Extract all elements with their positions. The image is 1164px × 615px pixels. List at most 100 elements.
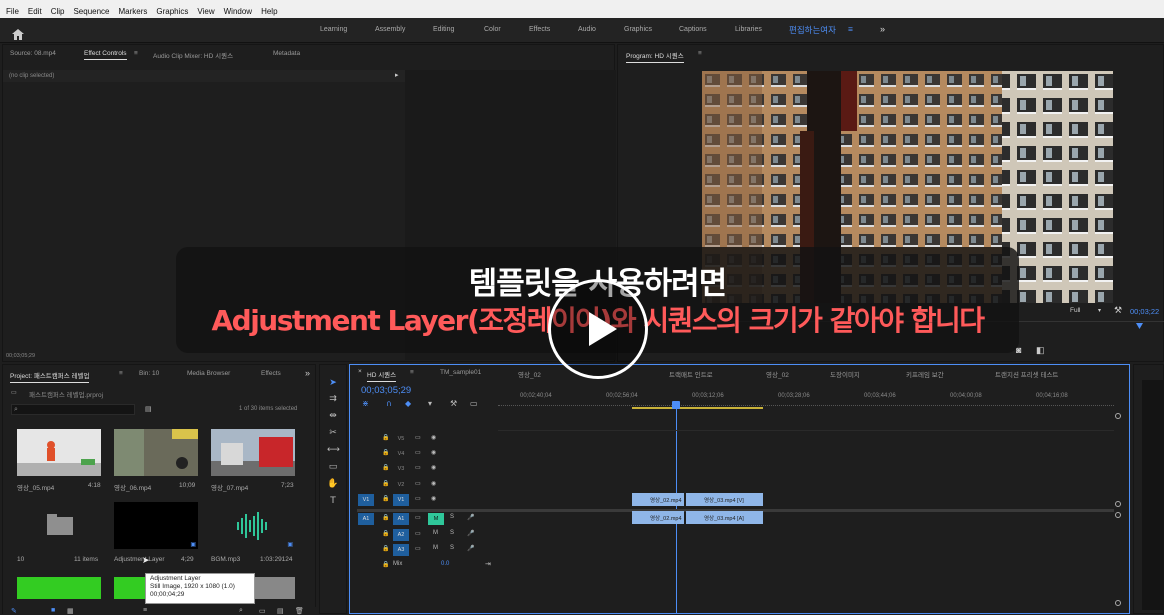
thumbnail-partial[interactable] [255, 577, 295, 599]
program-playhead-marker[interactable] [1136, 323, 1143, 329]
timeline-tab[interactable]: TM_sample01 [440, 369, 481, 376]
program-title[interactable]: Program: HD 시퀀스 [626, 50, 684, 63]
mic-icon[interactable]: 🎤 [467, 514, 474, 521]
workspace-effects[interactable]: Effects [529, 26, 550, 33]
compare-icon[interactable]: ◧ [1036, 345, 1045, 356]
sync-lock-icon[interactable]: ▭ [415, 464, 421, 471]
tab-project[interactable]: Project: 패스트캠퍼스 레벨업 [10, 370, 90, 383]
tab-metadata[interactable]: Metadata [273, 50, 300, 57]
selection-tool-icon[interactable]: ➤ [327, 377, 339, 389]
thumbnail-video-06[interactable] [114, 429, 198, 476]
tab-bin[interactable]: Bin: 10 [139, 370, 159, 377]
sync-lock-icon[interactable]: ▭ [415, 480, 421, 487]
vertical-scroll-handle[interactable] [1115, 501, 1121, 507]
tab-effects[interactable]: Effects [261, 370, 281, 377]
timeline-settings-icon[interactable]: ⚒ [450, 399, 457, 408]
sync-lock-icon[interactable]: ▭ [415, 530, 421, 537]
workspace-menu-icon[interactable]: ≡ [848, 24, 853, 34]
mute-button[interactable]: M [433, 545, 438, 551]
menu-file[interactable]: File [6, 7, 19, 16]
thumbnail-bgm[interactable]: ▣ [211, 502, 295, 549]
mic-icon[interactable]: 🎤 [467, 530, 474, 537]
razor-tool-icon[interactable]: ✂ [327, 427, 339, 439]
clip-a1-2[interactable]: 영상_03.mp4 [A] [686, 511, 763, 524]
linked-selection-icon[interactable]: ∩ [386, 399, 392, 408]
menu-edit[interactable]: Edit [28, 7, 42, 16]
ripple-edit-tool-icon[interactable]: ⇹ [327, 410, 339, 422]
sync-lock-icon[interactable]: ▭ [415, 434, 421, 441]
track-label[interactable]: A1 [393, 513, 409, 525]
track-label[interactable]: V2 [393, 479, 409, 491]
lock-icon[interactable]: 🔒 [382, 530, 389, 537]
thumbnail-adjustment-layer[interactable]: ▣ [114, 502, 198, 549]
type-tool-icon[interactable]: T [327, 495, 339, 507]
track-label[interactable]: V3 [393, 463, 409, 475]
clip-a1-1[interactable]: 영상_02.mp4 [632, 511, 684, 524]
rectangle-tool-icon[interactable]: ▭ [327, 461, 339, 473]
lock-icon[interactable]: 🔒 [382, 449, 389, 456]
more-workspaces-icon[interactable]: » [880, 24, 885, 34]
timeline-tab-active[interactable]: HD 시퀀스 [367, 369, 397, 382]
sync-lock-icon[interactable]: ▭ [415, 449, 421, 456]
clip-v1-1[interactable]: 영상_02.mp4 [632, 493, 684, 506]
add-marker-icon[interactable]: ◆ [405, 399, 411, 408]
wrench-icon[interactable]: ⚒ [1114, 305, 1122, 316]
sync-lock-icon[interactable]: ▭ [415, 514, 421, 521]
hand-tool-icon[interactable]: ✋ [327, 478, 339, 490]
more-tabs-icon[interactable]: » [305, 368, 310, 378]
timeline-tab[interactable]: 영상_02 [766, 369, 789, 379]
eye-icon[interactable]: ◉ [431, 434, 436, 441]
lock-icon[interactable]: 🔒 [382, 561, 389, 568]
eye-icon[interactable]: ◉ [431, 464, 436, 471]
expand-arrow-icon[interactable]: ▸ [395, 71, 399, 79]
menu-view[interactable]: View [197, 7, 214, 16]
go-to-end-icon[interactable]: ⇥ [485, 560, 491, 568]
lock-icon[interactable]: 🔒 [382, 495, 389, 502]
bin-thumbnail[interactable] [17, 502, 101, 549]
workspace-captions[interactable]: Captions [679, 26, 707, 33]
lock-icon[interactable]: 🔒 [382, 514, 389, 521]
track-label[interactable]: V4 [393, 448, 409, 460]
tab-source[interactable]: Source: 08.mp4 [10, 50, 56, 57]
source-patch-v1[interactable]: V1 [358, 494, 374, 506]
thumbnail-green-1[interactable] [17, 577, 101, 599]
menu-clip[interactable]: Clip [51, 7, 65, 16]
mic-icon[interactable]: 🎤 [467, 545, 474, 552]
menu-window[interactable]: Window [224, 7, 252, 16]
captions-icon[interactable]: ▭ [470, 399, 478, 408]
lock-icon[interactable]: 🔒 [382, 545, 389, 552]
mute-button[interactable]: M [428, 513, 444, 525]
program-menu-icon[interactable]: ≡ [698, 50, 702, 57]
work-area-bar[interactable] [632, 407, 763, 409]
workspace-assembly[interactable]: Assembly [375, 26, 405, 33]
mute-button[interactable]: M [433, 530, 438, 536]
workspace-libraries[interactable]: Libraries [735, 26, 762, 33]
track-label[interactable]: A2 [393, 529, 409, 541]
play-button[interactable] [548, 279, 648, 379]
time-ruler[interactable] [498, 402, 1114, 406]
vertical-scroll-handle[interactable] [1115, 413, 1121, 419]
tab-menu-icon[interactable]: ≡ [134, 50, 138, 57]
eye-icon[interactable]: ◉ [431, 495, 436, 502]
zoom-chevron-down-icon[interactable]: ▾ [1098, 307, 1101, 314]
workspace-learning[interactable]: Learning [320, 26, 347, 33]
solo-button[interactable]: S [450, 514, 454, 520]
timeline-tab[interactable]: 트랙매트 인트로 [669, 369, 713, 379]
workspace-audio[interactable]: Audio [578, 26, 596, 33]
snap-icon[interactable]: ⋇ [362, 399, 369, 408]
workspace-editing[interactable]: Editing [433, 26, 454, 33]
sort-icon[interactable]: ≡ [143, 607, 147, 614]
mix-value[interactable]: 0.0 [441, 561, 449, 567]
thumbnail-video-07[interactable] [211, 429, 295, 476]
track-label[interactable]: A3 [393, 544, 409, 556]
timeline-tab[interactable]: 키프레임 보간 [906, 369, 944, 379]
timeline-tab[interactable]: 트랜지션 프리셋 테스트 [995, 369, 1058, 379]
track-select-tool-icon[interactable]: ⇉ [327, 393, 339, 405]
eye-icon[interactable]: ◉ [431, 449, 436, 456]
workspace-graphics[interactable]: Graphics [624, 26, 652, 33]
tab-audio-clip-mixer[interactable]: Audio Clip Mixer: HD 시퀀스 [153, 50, 233, 60]
timeline-close-icon[interactable]: × [358, 368, 362, 375]
solo-button[interactable]: S [450, 530, 454, 536]
home-icon[interactable] [12, 25, 24, 40]
workspace-color[interactable]: Color [484, 26, 501, 33]
